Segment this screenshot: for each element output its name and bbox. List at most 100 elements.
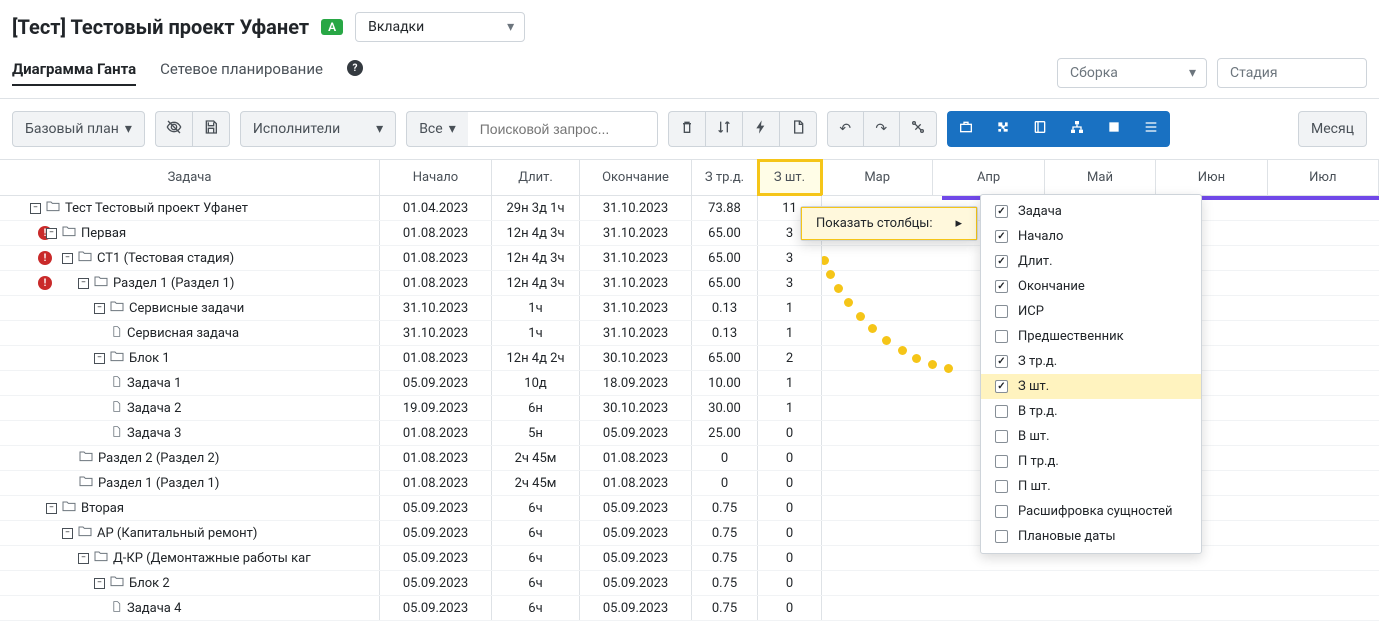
doc-button[interactable] — [779, 111, 817, 147]
expand-icon[interactable]: − — [46, 228, 57, 239]
column-toggle-item[interactable]: З тр.д. — [981, 349, 1201, 374]
column-toggle-item[interactable]: Длит. — [981, 249, 1201, 274]
table-row[interactable]: −Сервисные задачи31.10.20231ч31.10.20230… — [0, 296, 822, 321]
column-toggle-item[interactable]: Задача — [981, 199, 1201, 224]
table-row[interactable]: −Тест Тестовый проект Уфанет01.04.202329… — [0, 196, 822, 221]
tab-gantt[interactable]: Диаграмма Ганта — [12, 60, 136, 86]
cell-end: 30.10.2023 — [580, 396, 692, 420]
table-row[interactable]: Сервисная задача31.10.20231ч31.10.20230.… — [0, 321, 822, 346]
cell-trd: 0 — [692, 471, 758, 495]
assembly-select[interactable]: Сборка — [1057, 58, 1207, 88]
column-toggle-item[interactable]: ИСР — [981, 299, 1201, 324]
column-toggle-item[interactable]: Начало — [981, 224, 1201, 249]
col-duration[interactable]: Длит. — [492, 160, 580, 195]
file-icon — [110, 425, 123, 442]
column-item-label: Расшифровка сущностей — [1018, 504, 1173, 519]
sort-icon — [716, 119, 732, 139]
view4-button[interactable] — [1058, 111, 1095, 147]
undo-button[interactable]: ↶ — [827, 111, 863, 147]
bolt-button[interactable] — [742, 111, 779, 147]
table-row[interactable]: −Вторая05.09.20236ч05.09.20230.750 — [0, 496, 822, 521]
task-cell: −Д-КР (Демонтажные работы каг — [0, 546, 380, 570]
unlink-button[interactable] — [899, 111, 937, 147]
col-sht[interactable]: З шт. — [758, 160, 822, 195]
warning-icon: ! — [38, 251, 52, 265]
tab-network[interactable]: Сетевое планирование — [160, 60, 323, 86]
expand-icon[interactable]: − — [62, 528, 73, 539]
view2-button[interactable] — [984, 111, 1021, 147]
task-cell: Задача 1 — [0, 371, 380, 395]
task-cell: −Тест Тестовый проект Уфанет — [0, 196, 380, 220]
table-row[interactable]: −Блок 205.09.20236ч05.09.20230.750 — [0, 571, 822, 596]
table-row[interactable]: Раздел 1 (Раздел 1)01.08.20232ч 45м01.08… — [0, 471, 822, 496]
column-toggle-item[interactable]: Плановые даты — [981, 524, 1201, 549]
delete-button[interactable] — [668, 111, 705, 147]
expand-icon[interactable]: − — [94, 578, 105, 589]
view6-button[interactable] — [1132, 111, 1170, 147]
col-task[interactable]: Задача — [0, 160, 380, 195]
filter-all-button[interactable]: Все ▾ — [406, 111, 468, 147]
column-toggle-item[interactable]: Окончание — [981, 274, 1201, 299]
briefcase-icon — [958, 119, 974, 139]
column-toggle-item[interactable]: В тр.д. — [981, 399, 1201, 424]
col-start[interactable]: Начало — [380, 160, 492, 195]
column-toggle-item[interactable]: В шт. — [981, 424, 1201, 449]
file-icon — [110, 600, 123, 617]
month-button[interactable]: Месяц — [1298, 111, 1367, 147]
expand-icon[interactable]: − — [62, 253, 73, 264]
redo-button[interactable]: ↷ — [863, 111, 899, 147]
table-row[interactable]: Задача 105.09.202310д18.09.202310.001 — [0, 371, 822, 396]
expand-icon[interactable]: − — [46, 503, 57, 514]
sitemap-icon — [1069, 119, 1085, 139]
help-icon[interactable]: ? — [347, 60, 363, 76]
view3-button[interactable] — [1021, 111, 1058, 147]
table-row[interactable]: −Д-КР (Демонтажные работы каг05.09.20236… — [0, 546, 822, 571]
view1-button[interactable] — [947, 111, 984, 147]
expand-icon[interactable]: − — [94, 303, 105, 314]
table-row[interactable]: −АР (Капитальный ремонт)05.09.20236ч05.0… — [0, 521, 822, 546]
view5-button[interactable] — [1095, 111, 1132, 147]
task-name: Сервисная задача — [127, 326, 239, 341]
column-toggle-item[interactable]: З шт. — [981, 374, 1201, 399]
timeline-row — [822, 596, 1379, 621]
checkbox-icon — [995, 355, 1008, 368]
table-row[interactable]: !−Раздел 1 (Раздел 1)01.08.202312н 4д 3ч… — [0, 271, 822, 296]
executors-button[interactable]: Исполнители ▾ — [240, 111, 396, 147]
cell-dur: 6ч — [492, 596, 580, 620]
col-trd[interactable]: З тр.д. — [692, 160, 758, 195]
tabs-select[interactable]: Вкладки — [355, 12, 525, 42]
checkbox-icon — [995, 255, 1008, 268]
table-row[interactable]: !−Первая01.08.202312н 4д 3ч31.10.202365.… — [0, 221, 822, 246]
month-header: Июн — [1156, 160, 1267, 195]
expand-icon[interactable]: − — [78, 553, 89, 564]
task-name: Раздел 1 (Раздел 1) — [113, 276, 234, 291]
search-input[interactable] — [468, 111, 658, 147]
context-menu-header[interactable]: Показать столбцы: ▸ — [801, 207, 977, 240]
cell-end: 31.10.2023 — [580, 246, 692, 270]
col-end[interactable]: Окончание — [580, 160, 692, 195]
expand-icon[interactable]: − — [30, 203, 41, 214]
table-row[interactable]: !−СТ1 (Тестовая стадия)01.08.202312н 4д … — [0, 246, 822, 271]
expand-icon[interactable]: − — [78, 278, 89, 289]
column-toggle-item[interactable]: Предшественник — [981, 324, 1201, 349]
sort-button[interactable] — [705, 111, 742, 147]
table-row[interactable]: Задача 405.09.20236ч05.09.20230.750 — [0, 596, 822, 621]
column-toggle-item[interactable]: П тр.д. — [981, 449, 1201, 474]
undo-icon: ↶ — [839, 121, 851, 137]
table-row[interactable]: Задача 301.08.20235н05.09.202325.000 — [0, 421, 822, 446]
task-name: Вторая — [81, 501, 124, 516]
table-row[interactable]: Раздел 2 (Раздел 2)01.08.20232ч 45м01.08… — [0, 446, 822, 471]
column-toggle-item[interactable]: Расшифровка сущностей — [981, 499, 1201, 524]
table-row[interactable]: −Блок 101.08.202312н 4д 2ч30.10.202365.0… — [0, 346, 822, 371]
expand-icon[interactable]: − — [94, 353, 105, 364]
cell-end: 31.10.2023 — [580, 321, 692, 345]
baseline-button[interactable]: Базовый план ▾ — [12, 111, 145, 147]
cell-sht: 1 — [758, 396, 822, 420]
task-cell: Задача 4 — [0, 596, 380, 620]
column-toggle-item[interactable]: П шт. — [981, 474, 1201, 499]
stage-select[interactable]: Стадия — [1217, 58, 1367, 88]
hide-button[interactable] — [155, 111, 192, 147]
save-button[interactable] — [192, 111, 230, 147]
cell-dur: 5н — [492, 421, 580, 445]
table-row[interactable]: Задача 219.09.20236н30.10.202330.001 — [0, 396, 822, 421]
